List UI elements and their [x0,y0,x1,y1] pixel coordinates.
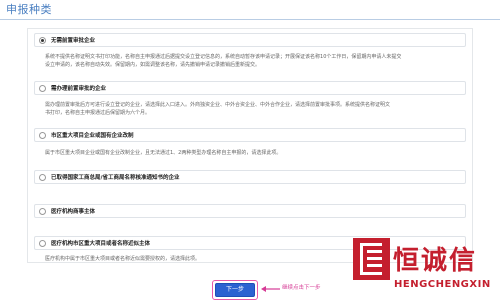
page-title: 申报种类 [6,3,52,16]
radio-no-preapproval[interactable] [39,37,46,44]
radio-name-approved[interactable] [39,174,46,181]
declaration-type-panel: 无需前置审批企业 系统不提供名称证明文书打印功能，名称自主申报通过后据提交设立登… [27,28,473,263]
option-name-approved[interactable]: 已取得国家工商总局/省工商局名称核准通知书的企业 [34,170,466,184]
option-label: 需办理前置审批的企业 [51,86,107,92]
logo-chinese-text: 恒诚信 [393,246,478,276]
arrow-left-icon [261,286,280,292]
option-description: 书打印，名称自主申报通过后保留期为六个月。 [45,110,151,116]
option-major-project[interactable]: 市区重大项目企业或国有企业改制 [34,128,466,142]
option-description: 需办理前置审批后方可进行设立登记的企业，请选择此入口进入。外商独资企业、中外合资… [45,102,391,108]
radio-preapproval[interactable] [39,85,46,92]
option-description: 系统不提供名称证明文书打印功能，名称自主申报通过后据提交设立登记信息的，系统自动… [45,54,402,60]
radio-major-project[interactable] [39,132,46,139]
option-no-preapproval[interactable]: 无需前置审批企业 [34,33,466,47]
logo-english-text: HENGCHENGXIN [394,279,491,290]
logo-icon [353,238,390,280]
radio-medical-entity[interactable] [39,208,46,215]
logo-emblem-icon [360,243,382,275]
radio-medical-major-project[interactable] [39,240,46,247]
option-description: 设立申请的，该名称自动失效。保留期内，如需调整该名称，请先撤销申请记录撤销后重新… [45,62,261,68]
next-step-hint: 继续点击下一步 [282,285,321,291]
option-label: 医疗机构商事主体 [51,209,96,215]
option-preapproval[interactable]: 需办理前置审批的企业 [34,81,466,95]
option-medical-entity[interactable]: 医疗机构商事主体 [34,204,466,218]
option-label: 市区重大项目企业或国有企业改制 [51,133,134,139]
option-description: 属于市区重大项目企业或国有企业改制企业，且无法通过1、2两种类型办理名称自主申报… [45,150,282,156]
option-label: 已取得国家工商总局/省工商局名称核准通知书的企业 [51,175,180,181]
title-divider [0,19,500,20]
next-step-button[interactable]: 下一步 [215,283,255,297]
option-label: 无需前置审批企业 [51,38,96,44]
option-label: 医疗机构市区重大项目或者名称近似主体 [51,241,151,247]
page-header: 申报种类 [0,0,500,22]
